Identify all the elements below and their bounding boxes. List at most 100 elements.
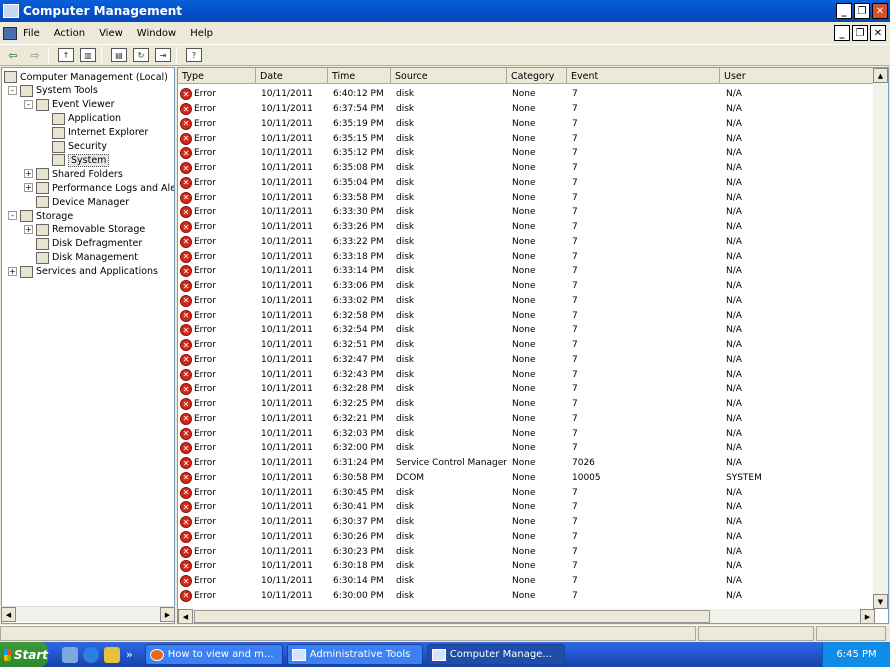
tree-node-application[interactable]: Application bbox=[52, 112, 121, 126]
scroll-up-icon[interactable]: ▲ bbox=[873, 68, 888, 83]
quicklaunch-media-icon[interactable] bbox=[104, 646, 120, 663]
table-row[interactable]: ✕ Error 10/11/2011 6:30:37 PM disk None 7 N/A bbox=[178, 515, 875, 530]
column-date[interactable]: Date bbox=[256, 68, 328, 84]
table-row[interactable]: ✕ Error 10/11/2011 6:33:02 PM disk None 7 N/A bbox=[178, 294, 875, 309]
table-row[interactable]: ✕ Error 10/11/2011 6:30:14 PM disk None 7 N/A bbox=[178, 574, 875, 589]
table-row[interactable]: ✕ Error 10/11/2011 6:35:12 PM disk None 7 N/A bbox=[178, 146, 875, 161]
menu-file[interactable]: File bbox=[23, 28, 40, 39]
table-row[interactable]: ✕ Error 10/11/2011 6:35:04 PM disk None 7 N/A bbox=[178, 176, 875, 191]
scroll-left-icon[interactable]: ◀ bbox=[178, 609, 193, 623]
properties-icon[interactable]: ▤ bbox=[110, 46, 128, 64]
table-row[interactable]: ✕ Error 10/11/2011 6:35:19 PM disk None 7 N/A bbox=[178, 117, 875, 132]
forward-arrow-icon[interactable]: ⇨ bbox=[26, 46, 44, 64]
list-horizontal-scrollbar[interactable]: ◀ ▶ bbox=[178, 609, 875, 623]
tree-node-computer-management-local-[interactable]: Computer Management (Local) bbox=[4, 70, 168, 84]
table-row[interactable]: ✕ Error 10/11/2011 6:31:24 PM Service Contro… bbox=[178, 456, 875, 471]
start-button[interactable]: Start bbox=[0, 642, 48, 667]
table-row[interactable]: ✕ Error 10/11/2011 6:30:26 PM disk None 7 N/A bbox=[178, 530, 875, 545]
list-vertical-scrollbar[interactable]: ▲ ▼ bbox=[873, 68, 888, 609]
table-row[interactable]: ✕ Error 10/11/2011 6:30:41 PM disk None 7 N/A bbox=[178, 500, 875, 515]
clock[interactable]: 6:45 PM bbox=[836, 649, 876, 660]
tree-node-shared-folders[interactable]: + Shared Folders bbox=[24, 167, 123, 181]
child-minimize-button[interactable]: _ bbox=[834, 25, 850, 41]
menu-help[interactable]: Help bbox=[190, 28, 213, 39]
tree-node-internet-explorer[interactable]: Internet Explorer bbox=[52, 126, 148, 140]
table-row[interactable]: ✕ Error 10/11/2011 6:33:26 PM disk None 7 N/A bbox=[178, 220, 875, 235]
scroll-left-icon[interactable]: ◀ bbox=[1, 607, 16, 622]
table-row[interactable]: ✕ Error 10/11/2011 6:35:15 PM disk None 7 N/A bbox=[178, 131, 875, 146]
menu-view[interactable]: View bbox=[99, 28, 123, 39]
table-row[interactable]: ✕ Error 10/11/2011 6:30:58 PM DCOM None 10005 S… bbox=[178, 471, 875, 486]
column-source[interactable]: Source bbox=[391, 68, 507, 84]
back-arrow-icon[interactable]: ⇦ bbox=[4, 46, 22, 64]
tree-node-disk-defragmenter[interactable]: Disk Defragmenter bbox=[36, 237, 142, 251]
tree-node-removable-storage[interactable]: + Removable Storage bbox=[24, 223, 145, 237]
table-row[interactable]: ✕ Error 10/11/2011 6:32:54 PM disk None 7 N/A bbox=[178, 323, 875, 338]
expand-icon[interactable]: + bbox=[8, 266, 17, 276]
task-computer-management[interactable]: Computer Manage... bbox=[426, 644, 565, 665]
show-hide-tree-icon[interactable]: ▥ bbox=[79, 46, 97, 64]
child-close-button[interactable]: ✕ bbox=[870, 25, 886, 41]
export-list-icon[interactable]: ⇥ bbox=[154, 46, 172, 64]
table-row[interactable]: ✕ Error 10/11/2011 6:37:54 PM disk None 7 N/A bbox=[178, 102, 875, 117]
scroll-down-icon[interactable]: ▼ bbox=[873, 594, 888, 609]
collapse-icon[interactable]: - bbox=[8, 85, 17, 95]
tree-node-disk-management[interactable]: Disk Management bbox=[36, 251, 138, 265]
minimize-button[interactable]: _ bbox=[836, 3, 852, 19]
column-event[interactable]: Event bbox=[567, 68, 720, 84]
tree-node-system-tools[interactable]: - System Tools bbox=[8, 84, 98, 98]
quicklaunch-desktop-icon[interactable] bbox=[62, 646, 78, 663]
table-row[interactable]: ✕ Error 10/11/2011 6:40:12 PM disk None 7 N/A bbox=[178, 87, 875, 102]
tree-node-services-and-applications[interactable]: + Services and Applications bbox=[8, 265, 158, 279]
tree-horizontal-scrollbar[interactable]: ◀ ▶ bbox=[1, 606, 175, 622]
tree-node-event-viewer[interactable]: - Event Viewer bbox=[24, 98, 115, 112]
restore-button[interactable]: ❐ bbox=[854, 3, 870, 19]
table-row[interactable]: ✕ Error 10/11/2011 6:33:22 PM disk None 7 N/A bbox=[178, 235, 875, 250]
expand-icon[interactable]: + bbox=[24, 224, 33, 234]
table-row[interactable]: ✕ Error 10/11/2011 6:33:06 PM disk None 7 N/A bbox=[178, 279, 875, 294]
task-how-to-view[interactable]: How to view and m... bbox=[144, 644, 283, 665]
tree-node-storage[interactable]: - Storage bbox=[8, 209, 73, 223]
menu-action[interactable]: Action bbox=[54, 28, 85, 39]
table-row[interactable]: ✕ Error 10/11/2011 6:33:18 PM disk None 7 N/A bbox=[178, 249, 875, 264]
tree-node-performance-logs-and-alerts[interactable]: + Performance Logs and Alerts bbox=[24, 181, 174, 195]
table-row[interactable]: ✕ Error 10/11/2011 6:32:43 PM disk None 7 N/A bbox=[178, 367, 875, 382]
scroll-right-icon[interactable]: ▶ bbox=[860, 609, 875, 623]
table-row[interactable]: ✕ Error 10/11/2011 6:30:45 PM disk None 7 N/A bbox=[178, 485, 875, 500]
table-row[interactable]: ✕ Error 10/11/2011 6:33:14 PM disk None 7 N/A bbox=[178, 264, 875, 279]
up-folder-icon[interactable]: ↑ bbox=[57, 46, 75, 64]
tree-node-security[interactable]: Security bbox=[52, 140, 107, 154]
expand-icon[interactable]: + bbox=[24, 169, 33, 179]
table-row[interactable]: ✕ Error 10/11/2011 6:35:08 PM disk None 7 N/A bbox=[178, 161, 875, 176]
quicklaunch-more-icon[interactable]: » bbox=[126, 648, 133, 661]
table-row[interactable]: ✕ Error 10/11/2011 6:30:18 PM disk None 7 N/A bbox=[178, 559, 875, 574]
table-row[interactable]: ✕ Error 10/11/2011 6:32:28 PM disk None 7 N/A bbox=[178, 382, 875, 397]
quicklaunch-ie-icon[interactable] bbox=[83, 646, 99, 663]
table-row[interactable]: ✕ Error 10/11/2011 6:32:47 PM disk None 7 N/A bbox=[178, 353, 875, 368]
expand-icon[interactable]: + bbox=[24, 183, 33, 193]
collapse-icon[interactable]: - bbox=[8, 211, 17, 220]
task-administrative-tools[interactable]: Administrative Tools bbox=[286, 644, 423, 665]
table-row[interactable]: ✕ Error 10/11/2011 6:30:23 PM disk None 7 N/A bbox=[178, 544, 875, 559]
table-row[interactable]: ✕ Error 10/11/2011 6:32:25 PM disk None 7 N/A bbox=[178, 397, 875, 412]
help-icon[interactable]: ? bbox=[185, 46, 203, 64]
table-row[interactable]: ✕ Error 10/11/2011 6:32:00 PM disk None 7 N/A bbox=[178, 441, 875, 456]
close-button[interactable]: ✕ bbox=[872, 3, 888, 19]
table-row[interactable]: ✕ Error 10/11/2011 6:32:03 PM disk None 7 N/A bbox=[178, 426, 875, 441]
column-type[interactable]: Type bbox=[178, 68, 256, 84]
column-user[interactable]: User bbox=[720, 68, 875, 84]
menu-window[interactable]: Window bbox=[137, 28, 176, 39]
table-row[interactable]: ✕ Error 10/11/2011 6:33:30 PM disk None 7 N/A bbox=[178, 205, 875, 220]
collapse-icon[interactable]: - bbox=[24, 99, 33, 109]
scroll-thumb[interactable] bbox=[194, 610, 710, 623]
scroll-right-icon[interactable]: ▶ bbox=[160, 607, 175, 622]
tree-node-device-manager[interactable]: Device Manager bbox=[36, 195, 129, 209]
table-row[interactable]: ✕ Error 10/11/2011 6:32:58 PM disk None 7 N/A bbox=[178, 308, 875, 323]
table-row[interactable]: ✕ Error 10/11/2011 6:32:21 PM disk None 7 N/A bbox=[178, 412, 875, 427]
refresh-icon[interactable]: ↻ bbox=[132, 46, 150, 64]
column-category[interactable]: Category bbox=[507, 68, 567, 84]
table-row[interactable]: ✕ Error 10/11/2011 6:33:58 PM disk None 7 N/A bbox=[178, 190, 875, 205]
mmc-system-menu-icon[interactable] bbox=[3, 27, 17, 40]
column-time[interactable]: Time bbox=[328, 68, 391, 84]
child-restore-button[interactable]: ❐ bbox=[852, 25, 868, 41]
